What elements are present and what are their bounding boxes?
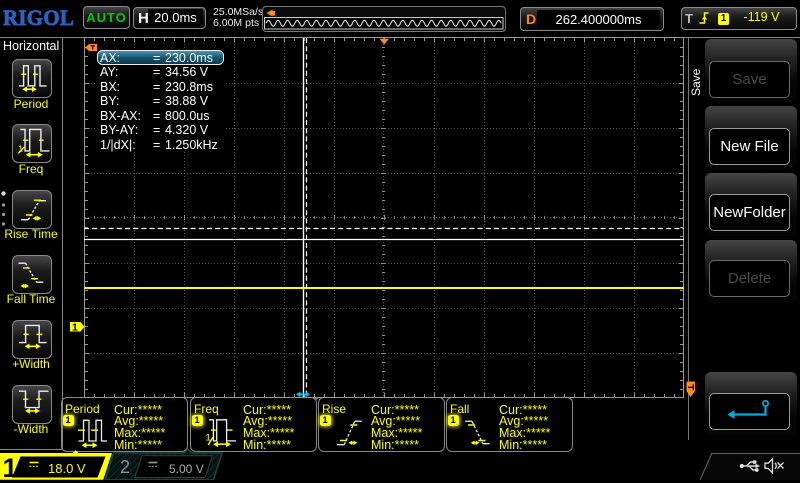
svg-text:1: 1 <box>72 321 78 333</box>
